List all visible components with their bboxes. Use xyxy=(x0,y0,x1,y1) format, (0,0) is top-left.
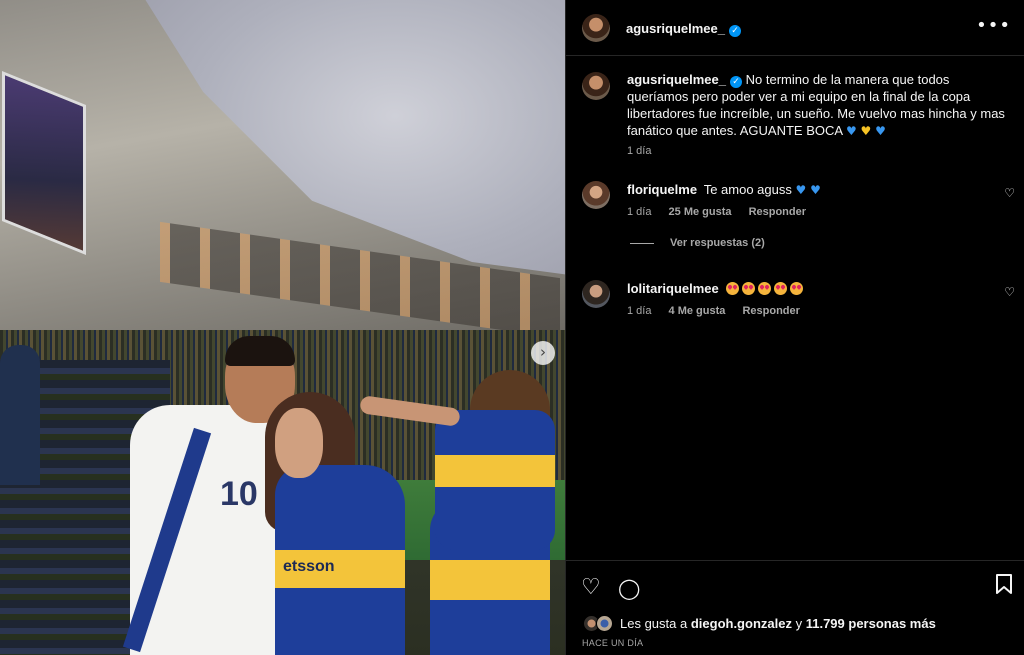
heart-eyes-emoji xyxy=(774,282,788,295)
comment-text: Te amoo aguss xyxy=(703,182,792,197)
next-photo-button[interactable]: › xyxy=(531,341,555,365)
comment-username[interactable]: lolitariquelmee xyxy=(627,281,719,296)
likes-prefix: Les gusta a xyxy=(620,616,688,631)
comment-emojis xyxy=(726,281,806,296)
comment: floriquelme Te amoo aguss ♥ ♥ xyxy=(627,182,821,197)
view-replies-label: Ver respuestas (2) xyxy=(670,237,765,249)
divider-line xyxy=(630,242,654,244)
jersey-band xyxy=(435,455,555,487)
post-details-panel: agusriquelmee_ ✓ ••• agusriquelmee_ ✓ No t… xyxy=(565,0,1024,655)
jersey-band xyxy=(430,560,550,600)
comment-meta: 1 día 25 Me gusta Responder xyxy=(627,206,806,218)
caption-emojis: ♥ ♥ ♥ xyxy=(845,124,886,138)
reply-button[interactable]: Responder xyxy=(742,305,799,317)
comment-icon[interactable]: ◯ xyxy=(618,576,640,600)
heart-icon[interactable]: ♡ xyxy=(1004,186,1015,200)
chevron-right-icon: › xyxy=(540,343,546,361)
like-heart-icon[interactable]: ♡ xyxy=(581,575,601,600)
caption-time[interactable]: 1 día xyxy=(627,145,651,157)
likes-conjunction: y xyxy=(795,616,803,631)
child-on-shoulders xyxy=(435,410,555,550)
woman-face xyxy=(275,408,323,478)
heart-eyes-emoji xyxy=(726,282,740,295)
heart-eyes-emoji xyxy=(758,282,772,295)
comment-likes[interactable]: 25 Me gusta xyxy=(669,206,732,218)
comment-likes[interactable]: 4 Me gusta xyxy=(669,305,726,317)
verified-badge-icon: ✓ xyxy=(729,25,741,37)
comment-time[interactable]: 1 día xyxy=(627,305,651,317)
caption-username[interactable]: agusriquelmee_ xyxy=(627,72,726,87)
liker-username[interactable]: diegoh.gonzalez xyxy=(691,616,792,631)
post-actions: ♡ ◯ Les gusta a diegoh.gonzalez y 11.799… xyxy=(566,560,1024,655)
likes-count[interactable]: 11.799 personas más xyxy=(806,616,936,631)
comment-meta: 1 día 4 Me gusta Responder xyxy=(627,305,800,317)
spectator xyxy=(0,345,40,485)
post-timestamp[interactable]: HACE UN DÍA xyxy=(582,638,643,648)
jersey-sponsor: etsson xyxy=(283,558,335,575)
heart-eyes-emoji xyxy=(742,282,756,295)
comment-emojis: ♥ ♥ xyxy=(795,183,821,197)
woman-in-boca-jersey: etsson xyxy=(275,465,405,655)
caption-avatar[interactable] xyxy=(582,72,610,100)
heart-eyes-emoji xyxy=(790,282,804,295)
post-header: agusriquelmee_ ✓ ••• xyxy=(566,0,1024,56)
man-hair xyxy=(225,336,295,366)
more-options-icon[interactable]: ••• xyxy=(976,15,1011,36)
comment-time[interactable]: 1 día xyxy=(627,206,651,218)
jersey-number: 10 xyxy=(220,475,258,513)
reply-button[interactable]: Responder xyxy=(749,206,806,218)
view-replies-button[interactable]: Ver respuestas (2) xyxy=(630,237,765,249)
comment: lolitariquelmee xyxy=(627,281,806,296)
comment-avatar[interactable] xyxy=(582,181,610,209)
bookmark-icon[interactable] xyxy=(995,574,1013,600)
avatar[interactable] xyxy=(582,14,610,42)
heart-icon[interactable]: ♡ xyxy=(1004,285,1015,299)
post-photo[interactable]: 10 etsson › xyxy=(0,0,565,655)
comment-username[interactable]: floriquelme xyxy=(627,182,697,197)
post-caption: agusriquelmee_ ✓ No termino de la manera … xyxy=(627,71,1012,140)
jersey-stripe xyxy=(122,427,212,653)
liker-avatar[interactable] xyxy=(596,615,613,632)
verified-badge-icon: ✓ xyxy=(730,76,742,88)
username-link[interactable]: agusriquelmee_ xyxy=(626,21,725,36)
likes-summary: Les gusta a diegoh.gonzalez y 11.799 per… xyxy=(620,616,936,631)
header-user: agusriquelmee_ ✓ xyxy=(626,20,741,38)
comment-avatar[interactable] xyxy=(582,280,610,308)
